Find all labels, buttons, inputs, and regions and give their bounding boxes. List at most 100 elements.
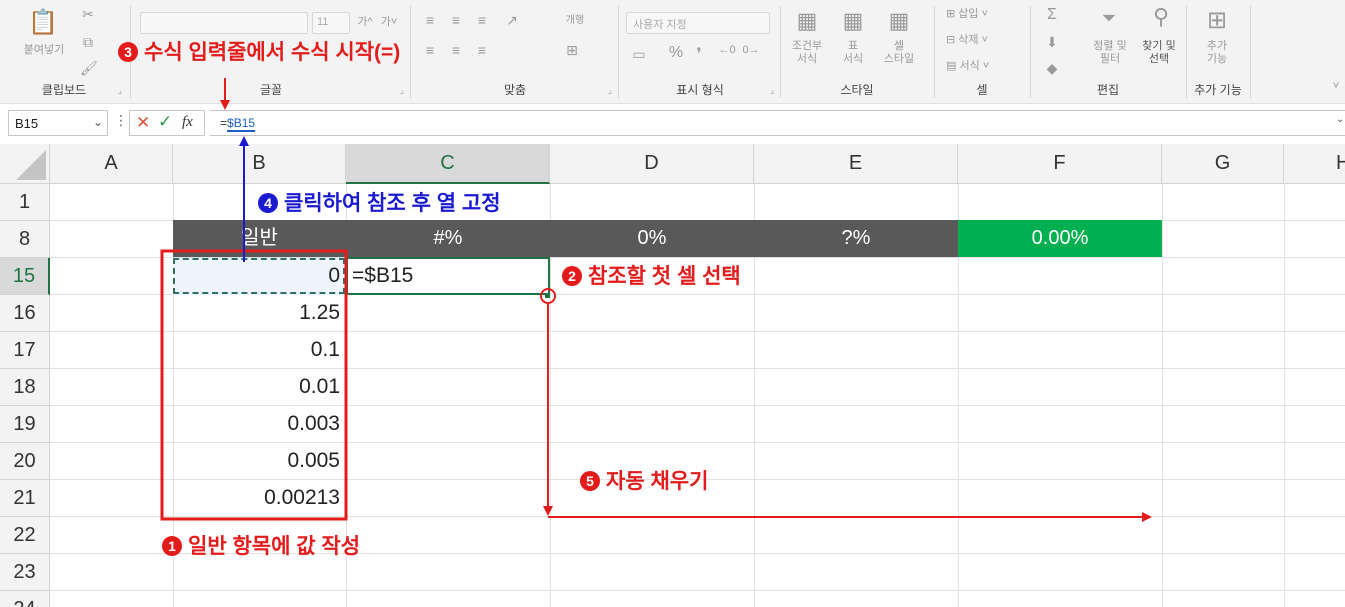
header-cell-hash-percent[interactable]: #%: [346, 220, 550, 257]
format-painter-icon[interactable]: 🖌: [80, 60, 98, 77]
grow-font-button[interactable]: 가^: [356, 16, 374, 29]
cell-b15[interactable]: 0: [173, 258, 346, 294]
percent-button[interactable]: %: [668, 44, 684, 62]
select-all-corner[interactable]: [0, 144, 50, 184]
font-size-select[interactable]: 11: [312, 12, 350, 34]
editing-group: Σ ⬇ ◆ ⏷ 정렬 및 필터 ⚲ 찾기 및 선택 편집: [1032, 0, 1184, 104]
row-header-18[interactable]: 18: [0, 369, 50, 406]
sort-filter-button[interactable]: 정렬 및 필터: [1086, 40, 1134, 66]
number-format-select[interactable]: 사용자 지정: [626, 12, 770, 34]
row-header-16[interactable]: 16: [0, 295, 50, 332]
gridline: [1284, 184, 1285, 607]
row-header-1[interactable]: 1: [0, 184, 50, 221]
cell-b19[interactable]: 0.003: [173, 406, 346, 442]
name-box[interactable]: B15 ⌄: [8, 110, 108, 136]
cell-b17[interactable]: 0.1: [173, 332, 346, 368]
number-launcher-icon[interactable]: ⌟: [770, 85, 774, 96]
cell-b21[interactable]: 0.00213: [173, 480, 346, 516]
header-cell-question-percent[interactable]: ?%: [754, 220, 958, 257]
fill-icon[interactable]: ⬇: [1042, 34, 1062, 51]
column-header-c[interactable]: C: [346, 144, 550, 184]
cell-c15-editing[interactable]: =$B15: [352, 258, 542, 294]
align-bottom-icon[interactable]: ≡: [474, 12, 490, 28]
autosum-icon[interactable]: Σ: [1042, 6, 1062, 24]
font-name-select[interactable]: [140, 12, 308, 34]
formula-input[interactable]: =$B15: [210, 110, 1345, 136]
collapse-ribbon-icon[interactable]: ˅: [1330, 80, 1342, 92]
find-icon[interactable]: ⚲: [1146, 4, 1176, 30]
row-header-19[interactable]: 19: [0, 406, 50, 443]
decrease-decimal-icon[interactable]: 0→: [740, 44, 762, 56]
row-header-15[interactable]: 15: [0, 258, 50, 295]
copy-icon[interactable]: ⧉: [80, 34, 96, 51]
column-header-b[interactable]: B: [173, 144, 346, 184]
header-cell-general[interactable]: 일반: [173, 220, 346, 257]
clear-icon[interactable]: ◆: [1042, 60, 1062, 77]
font-launcher-icon[interactable]: ⌟: [400, 85, 404, 96]
row-header-17[interactable]: 17: [0, 332, 50, 369]
format-button[interactable]: ▤ 서식 ˅: [946, 60, 1016, 73]
conditional-format-button[interactable]: 조건부 서식: [784, 40, 830, 66]
chevron-down-icon[interactable]: ⌄: [93, 115, 103, 129]
expand-formula-icon[interactable]: ⌄: [1336, 114, 1344, 125]
addins-icon[interactable]: ⊞: [1202, 6, 1232, 35]
row-header-8[interactable]: 8: [0, 221, 50, 258]
format-table-icon[interactable]: ▦: [838, 8, 868, 34]
row-header-23[interactable]: 23: [0, 554, 50, 591]
sort-filter-icon[interactable]: ⏷: [1094, 8, 1124, 29]
row-header-24[interactable]: 24: [0, 591, 50, 607]
header-cell-zero-percent[interactable]: 0%: [550, 220, 754, 257]
delete-button[interactable]: ⊟ 삭제 ˅: [946, 34, 1016, 47]
column-header-g[interactable]: G: [1162, 144, 1284, 184]
find-select-button[interactable]: 찾기 및 선택: [1134, 40, 1184, 66]
insert-icon: ⊞: [946, 8, 959, 20]
row-header-22[interactable]: 22: [0, 517, 50, 554]
column-header-h[interactable]: H: [1284, 144, 1345, 184]
cells-group: ⊞ 삽입 ˅ ⊟ 삭제 ˅ ▤ 서식 ˅ 셀: [936, 0, 1028, 104]
orientation-icon[interactable]: ↗: [502, 12, 522, 29]
format-table-button[interactable]: 표 서식: [830, 40, 876, 66]
cell-styles-button[interactable]: 셀 스타일: [876, 40, 922, 66]
align-center-icon[interactable]: ≡: [448, 42, 464, 58]
column-header-bar: A B C D E F G H: [0, 144, 1345, 184]
clipboard-launcher-icon[interactable]: ⌟: [118, 85, 122, 96]
align-left-icon[interactable]: ≡: [422, 42, 438, 58]
cell-b20[interactable]: 0.005: [173, 443, 346, 479]
more-icon[interactable]: ⋮: [114, 112, 128, 129]
merge-icon[interactable]: ⊞: [562, 42, 582, 59]
number-group: 사용자 지정 ▭ % ❜ ←0 0→ 표시 형식 ⌟: [620, 0, 780, 104]
alignment-launcher-icon[interactable]: ⌟: [608, 85, 612, 96]
addins-button[interactable]: 추가 기능: [1194, 40, 1240, 66]
enter-icon[interactable]: ✓: [158, 112, 172, 132]
increase-decimal-icon[interactable]: ←0: [716, 44, 738, 56]
conditional-format-icon[interactable]: ▦: [792, 8, 822, 34]
editing-group-label: 편집: [1096, 83, 1120, 97]
cut-icon[interactable]: ✂: [80, 6, 96, 23]
paste-icon[interactable]: 📋: [28, 8, 58, 38]
row-header-20[interactable]: 20: [0, 443, 50, 480]
cell-b18[interactable]: 0.01: [173, 369, 346, 405]
insert-function-icon[interactable]: fx: [182, 114, 193, 131]
cancel-icon[interactable]: ✕: [136, 113, 150, 133]
header-cell-two-decimal-percent[interactable]: 0.00%: [958, 220, 1162, 257]
comma-button[interactable]: ❜: [692, 44, 706, 64]
shrink-font-button[interactable]: 가˅: [380, 16, 398, 29]
annotation-step-5: 5 자동 채우기: [580, 469, 708, 495]
formula-reference: $B15: [227, 116, 256, 130]
cell-b16[interactable]: 1.25: [173, 295, 346, 331]
align-top-icon[interactable]: ≡: [422, 12, 438, 28]
wrap-text-button[interactable]: 개행: [562, 14, 588, 27]
row-header-21[interactable]: 21: [0, 480, 50, 517]
gridline: [1162, 184, 1163, 607]
accounting-icon[interactable]: ▭: [628, 46, 650, 63]
name-box-value: B15: [15, 116, 39, 131]
column-header-f[interactable]: F: [958, 144, 1162, 184]
column-header-e[interactable]: E: [754, 144, 958, 184]
column-header-a[interactable]: A: [50, 144, 173, 184]
align-middle-icon[interactable]: ≡: [448, 12, 464, 28]
align-right-icon[interactable]: ≡: [474, 42, 490, 58]
insert-button[interactable]: ⊞ 삽입 ˅: [946, 8, 1016, 21]
cell-styles-icon[interactable]: ▦: [884, 8, 914, 34]
paste-button[interactable]: 붙여넣기: [14, 44, 74, 57]
column-header-d[interactable]: D: [550, 144, 754, 184]
